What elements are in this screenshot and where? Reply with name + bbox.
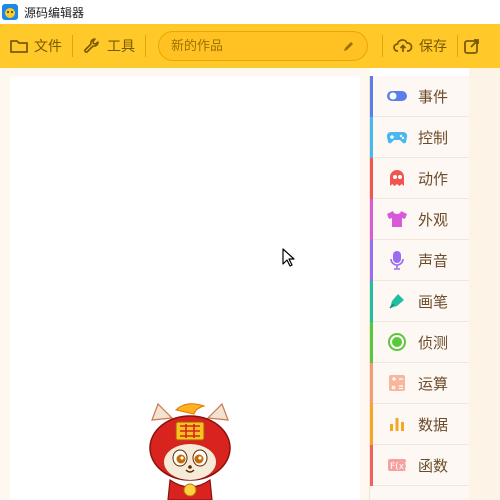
category-label: 外观 [418,210,449,229]
category-color-bar [370,117,373,158]
category-label: 控制 [418,128,449,147]
toggle-icon [384,89,410,103]
ghost-icon [384,169,410,187]
category-color-bar [370,445,373,486]
category-events[interactable]: 事件 [370,76,469,117]
category-color-bar [370,76,373,117]
category-color-bar [370,363,373,404]
category-sound[interactable]: 声音 [370,240,469,281]
folder-icon [10,40,28,53]
bar-chart-icon [384,416,410,432]
category-color-bar [370,404,373,445]
file-menu-label: 文件 [34,39,62,55]
pencil-icon[interactable] [342,40,355,53]
tools-menu-label: 工具 [107,39,135,55]
toolbar-divider [145,35,146,57]
category-label: 运算 [418,374,449,393]
category-looks[interactable]: 外观 [370,199,469,240]
wrench-icon [84,38,99,53]
shirt-icon [384,210,410,228]
project-name-field[interactable] [158,31,368,61]
pen-icon [384,291,410,311]
share-button[interactable] [458,24,492,68]
category-label: 动作 [418,169,449,188]
gamepad-icon [384,129,410,145]
calculator-icon [384,374,410,392]
category-label: 事件 [418,87,449,106]
category-label: 侦测 [418,333,449,352]
file-menu-button[interactable]: 文件 [0,24,72,68]
category-sensing[interactable]: 侦测 [370,322,469,363]
category-color-bar [370,240,373,281]
title-bar: 源码编辑器 [0,0,500,24]
category-color-bar [370,322,373,363]
category-label: 声音 [418,251,449,270]
right-panel-edge [469,68,500,500]
category-label: 数据 [418,415,449,434]
block-category-list: 事件 控制 动作 外观 声音 画笔 侦测 运算 数据 F(x) 函数 [369,76,469,500]
app-logo-icon [2,4,18,20]
project-name-input[interactable] [171,38,331,54]
category-color-bar [370,158,373,199]
app-title: 源码编辑器 [24,5,85,20]
category-color-bar [370,281,373,322]
category-control[interactable]: 控制 [370,117,469,158]
cloud-upload-icon [393,39,413,52]
tools-menu-button[interactable]: 工具 [73,24,145,68]
microphone-icon [384,250,410,270]
mouse-cursor-icon [282,248,295,267]
toolbar: 文件 工具 保存 [0,24,500,68]
cat-mascot-icon [149,402,231,500]
category-functions[interactable]: F(x) 函数 [370,445,469,486]
svg-text:F(x): F(x) [390,462,407,472]
category-label: 画笔 [418,292,449,311]
mascot-sprite[interactable] [140,398,240,500]
category-operators[interactable]: 运算 [370,363,469,404]
category-color-bar [370,199,373,240]
category-data[interactable]: 数据 [370,404,469,445]
save-label: 保存 [419,39,447,55]
category-pen[interactable]: 画笔 [370,281,469,322]
category-motion[interactable]: 动作 [370,158,469,199]
function-icon: F(x) [384,457,410,473]
radar-icon [384,332,410,352]
save-button[interactable]: 保存 [383,24,457,68]
share-icon [464,39,479,54]
category-label: 函数 [418,456,449,475]
